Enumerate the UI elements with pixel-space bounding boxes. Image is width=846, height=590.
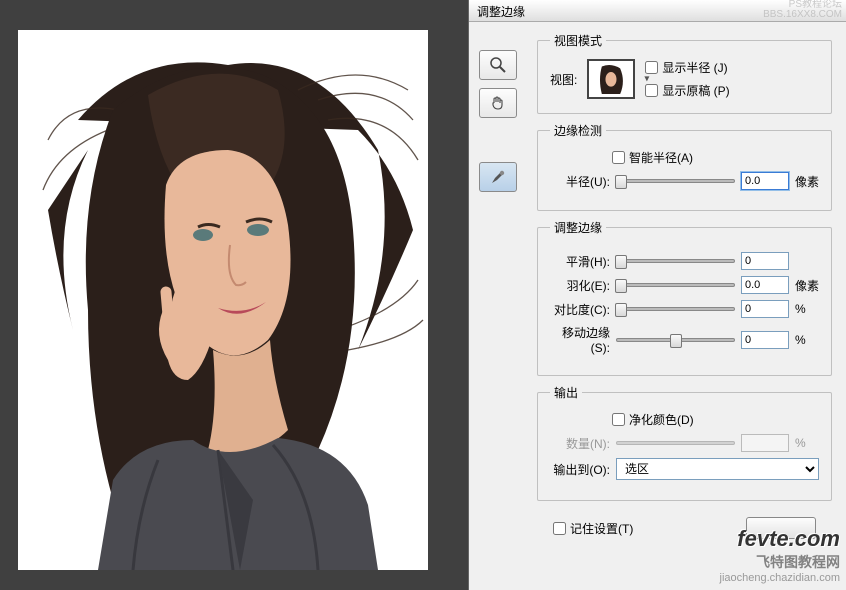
chevron-down-icon: ▾ (644, 74, 649, 85)
shift-edge-label: 移动边缘(S): (550, 324, 610, 355)
adjust-edge-group: 调整边缘 平滑(H): 羽化(E): 像素 对比度(C): (537, 219, 832, 376)
feather-label: 羽化(E): (550, 277, 610, 294)
output-to-select[interactable]: 选区 (616, 458, 819, 480)
radius-input[interactable] (741, 172, 789, 190)
smooth-input[interactable] (741, 252, 789, 270)
adjust-legend: 调整边缘 (550, 219, 606, 236)
view-thumbnail-button[interactable]: ▾ (587, 59, 635, 99)
canvas-preview (18, 30, 428, 570)
smooth-label: 平滑(H): (550, 253, 610, 270)
tools-column (479, 32, 525, 547)
zoom-tool[interactable] (479, 50, 517, 80)
contrast-input[interactable] (741, 300, 789, 318)
smart-radius-checkbox[interactable]: 智能半径(A) (612, 149, 819, 166)
feather-slider[interactable] (616, 283, 735, 287)
smooth-slider[interactable] (616, 259, 735, 263)
watermark-top: PS教程论坛 BBS.16XX8.COM (763, 0, 842, 20)
output-to-label: 输出到(O): (550, 461, 610, 478)
remember-settings-checkbox[interactable]: 记住设置(T) (553, 520, 633, 537)
radius-slider[interactable] (616, 179, 735, 183)
view-label: 视图: (550, 71, 577, 88)
contrast-label: 对比度(C): (550, 301, 610, 318)
view-mode-group: 视图模式 视图: ▾ 显示半径 (J) 显示原稿 (P) (537, 32, 832, 114)
radius-unit: 像素 (795, 173, 819, 190)
shift-edge-slider[interactable] (616, 338, 735, 342)
output-group: 输出 净化颜色(D) 数量(N): % 输出到(O): 选区 (537, 384, 832, 501)
show-radius-checkbox[interactable]: 显示半径 (J) (645, 59, 729, 76)
show-original-checkbox[interactable]: 显示原稿 (P) (645, 82, 729, 99)
edge-detect-legend: 边缘检测 (550, 122, 606, 139)
radius-label: 半径(U): (550, 173, 610, 190)
refine-brush-tool[interactable] (479, 162, 517, 192)
refine-edge-dialog: PS教程论坛 BBS.16XX8.COM 调整边缘 视图模式 视图: (468, 0, 846, 590)
view-mode-legend: 视图模式 (550, 32, 606, 49)
output-legend: 输出 (550, 384, 582, 401)
contrast-slider[interactable] (616, 307, 735, 311)
shift-edge-input[interactable] (741, 331, 789, 349)
watermark-bottom: fevte.com 飞特图教程网 jiaocheng.chazidian.com (720, 526, 840, 584)
amount-input (741, 434, 789, 452)
feather-input[interactable] (741, 276, 789, 294)
edge-detection-group: 边缘检测 智能半径(A) 半径(U): 像素 (537, 122, 832, 211)
decontaminate-checkbox[interactable]: 净化颜色(D) (612, 411, 819, 428)
amount-label: 数量(N): (550, 435, 610, 452)
amount-slider (616, 441, 735, 445)
hand-tool[interactable] (479, 88, 517, 118)
